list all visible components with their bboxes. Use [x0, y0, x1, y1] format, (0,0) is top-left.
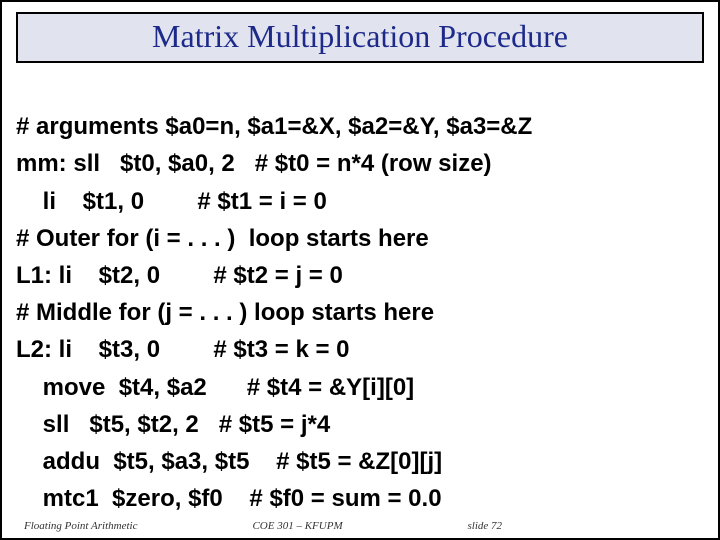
code-line: # Middle for (j = . . . ) loop starts he…	[16, 299, 434, 326]
code-line: L2: li $t3, 0 # $t3 = k = 0	[16, 336, 350, 363]
code-line: # Outer for (i = . . . ) loop starts her…	[16, 225, 429, 252]
footer: Floating Point Arithmetic COE 301 – KFUP…	[2, 520, 718, 532]
code-line: move $t4, $a2 # $t4 = &Y[i][0]	[16, 374, 414, 401]
code-line: addu $t5, $a3, $t5 # $t5 = &Z[0][j]	[16, 448, 442, 475]
footer-left: Floating Point Arithmetic	[24, 520, 252, 532]
code-line: mm: sll $t0, $a0, 2 # $t0 = n*4 (row siz…	[16, 150, 492, 177]
slide-title: Matrix Multiplication Procedure	[18, 18, 702, 55]
code-line: # arguments $a0=n, $a1=&X, $a2=&Y, $a3=&…	[16, 113, 532, 140]
code-line: sll $t5, $t2, 2 # $t5 = j*4	[16, 411, 330, 438]
title-box: Matrix Multiplication Procedure	[16, 12, 704, 63]
code-line: L1: li $t2, 0 # $t2 = j = 0	[16, 262, 343, 289]
footer-center: COE 301 – KFUPM	[252, 520, 467, 532]
code-line: mtc1 $zero, $f0 # $f0 = sum = 0.0	[16, 485, 442, 512]
code-line: li $t1, 0 # $t1 = i = 0	[16, 188, 327, 215]
footer-right: slide 72	[468, 520, 696, 532]
slide: Matrix Multiplication Procedure # argume…	[0, 0, 720, 540]
code-block: # arguments $a0=n, $a1=&X, $a2=&Y, $a3=&…	[16, 71, 704, 517]
